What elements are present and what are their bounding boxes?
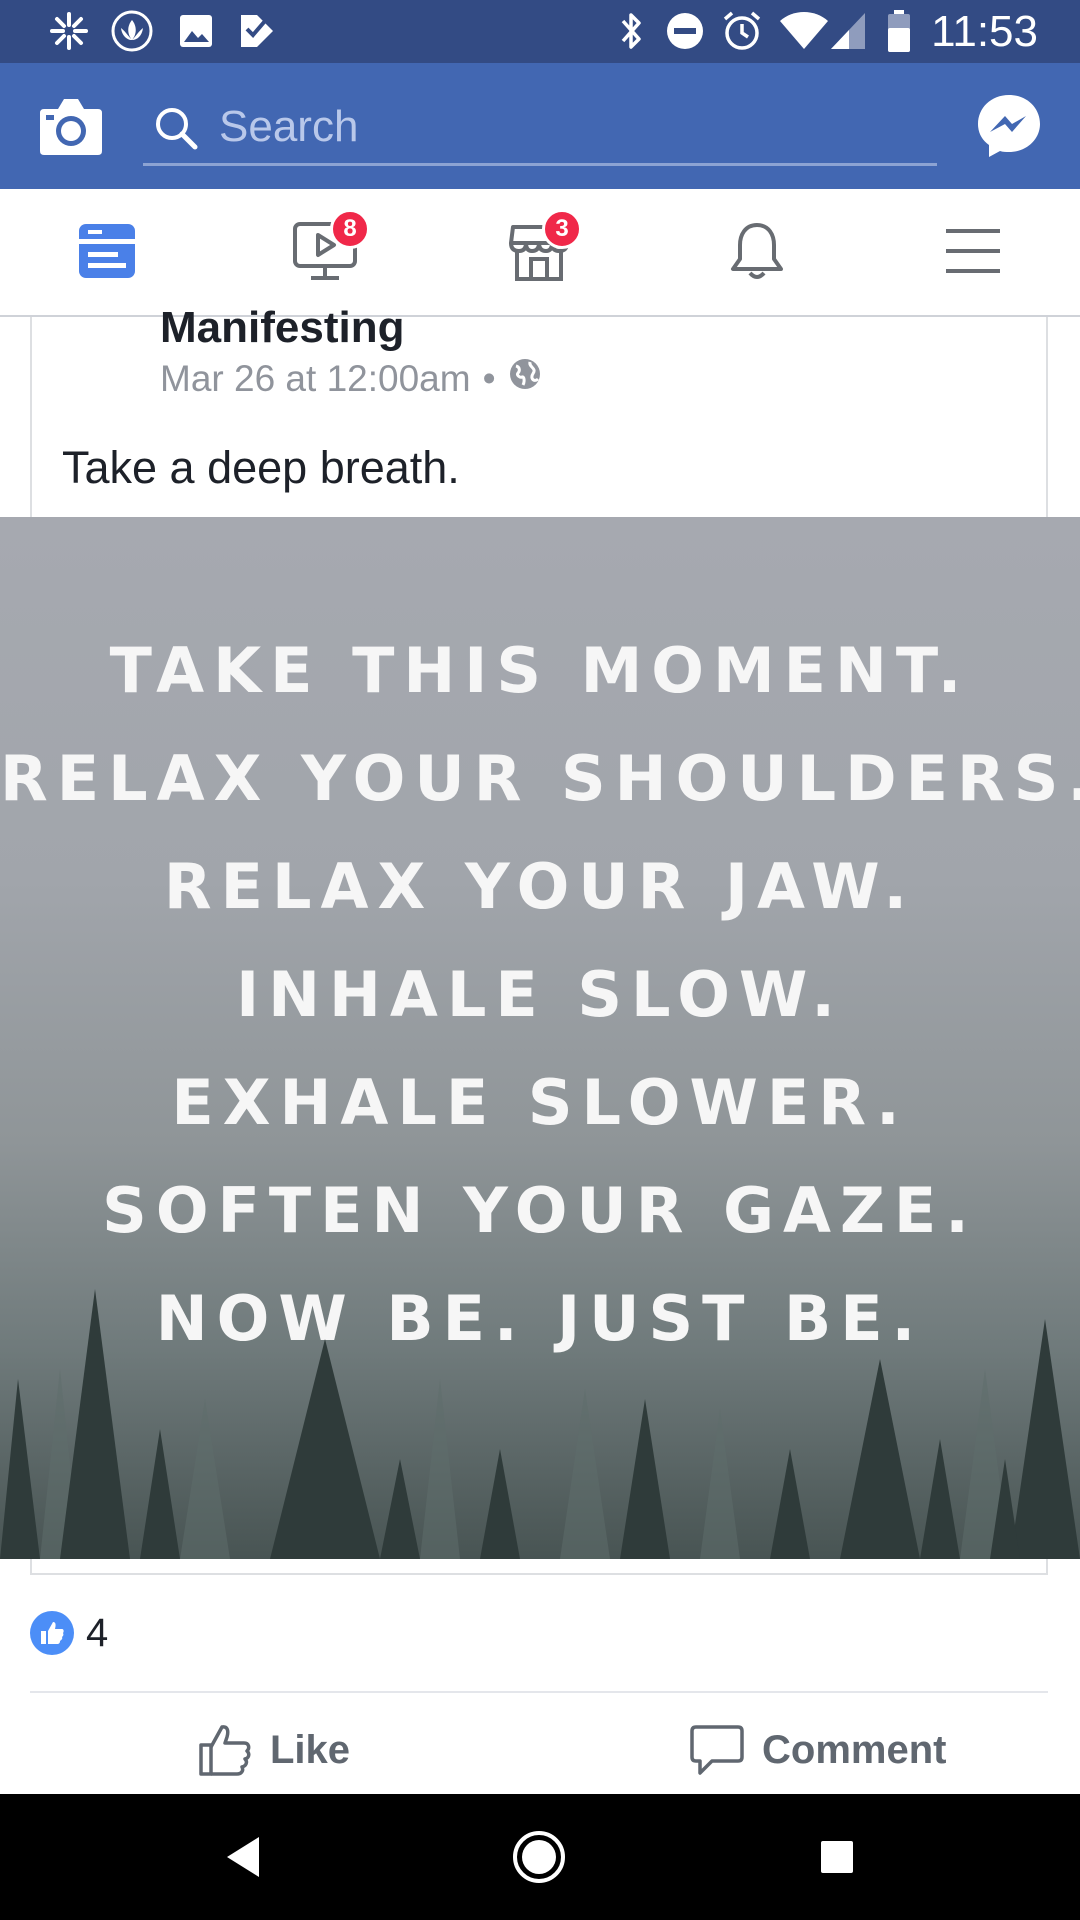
- meta-separator: •: [482, 358, 496, 399]
- battery-icon: [884, 10, 914, 52]
- comment-button[interactable]: Comment: [690, 1718, 946, 1782]
- recents-icon[interactable]: [804, 1824, 870, 1890]
- cell-signal-icon: [828, 10, 868, 52]
- actions-divider: [30, 1691, 1048, 1693]
- like-button[interactable]: Like: [198, 1718, 350, 1782]
- comment-label: Comment: [762, 1727, 947, 1772]
- bluetooth-icon: [614, 10, 648, 52]
- lotus-app-icon: [110, 10, 154, 52]
- tab-watch[interactable]: 8: [270, 209, 380, 295]
- post-image[interactable]: TAKE THIS MOMENT. RELAX YOUR SHOULDERS. …: [0, 517, 1080, 1559]
- watch-badge: 8: [330, 209, 370, 249]
- post-timestamp[interactable]: Mar 26 at 12:00am: [160, 355, 471, 403]
- app-bar: [0, 63, 1080, 189]
- search-input[interactable]: [217, 95, 921, 159]
- asterisk-notification-icon: [48, 10, 90, 52]
- camera-icon[interactable]: [36, 93, 106, 159]
- image-quote-line: EXHALE SLOWER.: [171, 1066, 909, 1139]
- status-bar: 11:53: [0, 0, 1080, 63]
- image-quote-line: RELAX YOUR SHOULDERS.: [0, 742, 1080, 815]
- navigation-bar: [0, 1794, 1080, 1920]
- home-icon[interactable]: [506, 1824, 572, 1890]
- like-label: Like: [270, 1727, 351, 1772]
- alarm-icon: [720, 10, 764, 52]
- image-quote-line: RELAX YOUR JAW.: [163, 850, 917, 923]
- like-reaction-icon: [30, 1611, 74, 1655]
- tab-news-feed[interactable]: [52, 211, 162, 295]
- tab-notifications[interactable]: [702, 211, 812, 295]
- bell-icon: [728, 219, 786, 288]
- checklist-icon: [236, 10, 278, 52]
- image-quote-line: INHALE SLOW.: [236, 958, 844, 1031]
- search-icon: [153, 105, 199, 151]
- search-bar[interactable]: [143, 91, 937, 166]
- back-icon[interactable]: [210, 1824, 276, 1890]
- tab-bar: 8 3: [0, 189, 1080, 317]
- forest-silhouette: [0, 1289, 1080, 1559]
- tab-menu[interactable]: [918, 211, 1028, 295]
- post-card-bottom: [30, 1559, 1048, 1575]
- image-quote-line: TAKE THIS MOMENT.: [109, 634, 971, 707]
- post-text: Take a deep breath.: [62, 442, 460, 493]
- comment-icon: [690, 1725, 744, 1775]
- news-feed-icon: [76, 221, 138, 286]
- post-meta: Mar 26 at 12:00am •: [160, 355, 542, 403]
- post-author[interactable]: Manifesting: [160, 300, 404, 356]
- status-time: 11:53: [931, 7, 1038, 56]
- do-not-disturb-icon: [664, 10, 706, 52]
- marketplace-badge: 3: [542, 209, 582, 249]
- tab-marketplace[interactable]: 3: [484, 209, 594, 295]
- gallery-icon: [176, 10, 216, 52]
- wifi-icon: [778, 10, 830, 52]
- thumbs-up-icon: [199, 1725, 251, 1776]
- globe-icon: [508, 355, 542, 403]
- reaction-count: 4: [86, 1610, 109, 1655]
- messenger-icon[interactable]: [976, 93, 1042, 159]
- reactions-summary[interactable]: 4: [30, 1610, 108, 1656]
- hamburger-menu-icon: [944, 227, 1002, 280]
